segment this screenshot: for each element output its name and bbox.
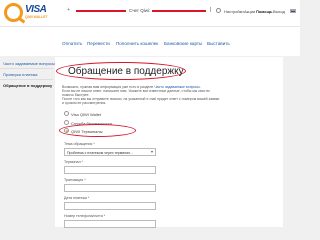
logo-brand-text: VISA xyxy=(25,4,47,15)
nav-item-invoice[interactable]: Выставить xyxy=(207,41,230,46)
radio-security-service[interactable] xyxy=(64,120,69,125)
logo-sub-text: QIWI WALLET xyxy=(25,15,48,19)
main-nav: Оплатить Перевести Пополнить кошелек Бан… xyxy=(0,26,300,56)
field-label-phone: Номер телефона/счета * xyxy=(64,214,106,218)
radio-qiwi-terminals[interactable] xyxy=(64,128,69,133)
field-label-subject: Тема обращения * xyxy=(64,142,95,146)
sidebar-divider xyxy=(0,68,53,69)
nav-item-bank-cards[interactable]: Банковские карты xyxy=(164,41,202,46)
toplink-actions[interactable]: Акции xyxy=(244,9,255,14)
field-label-transaction: Транзакция * xyxy=(64,178,86,182)
page-title: Обращение в поддержку xyxy=(68,66,184,77)
terminal-input[interactable] xyxy=(64,166,156,174)
sidebar-item-support[interactable]: Обращение в поддержку xyxy=(3,83,52,88)
field-label-payment-date: Дата платежа * xyxy=(64,196,90,200)
nav-item-topup[interactable]: Пополнить кошелек xyxy=(116,41,158,46)
search-icon[interactable] xyxy=(216,8,221,13)
sidebar: Часто задаваемые вопросы Проверка платеж… xyxy=(0,57,55,227)
nav-item-pay[interactable]: Оплатить xyxy=(62,41,82,46)
phone-input[interactable] xyxy=(64,220,156,228)
subject-select[interactable]: Проблема с платежом через терминал... xyxy=(64,148,156,156)
radio-visa-qiwi-wallet[interactable] xyxy=(64,111,69,116)
language-flag-icon[interactable] xyxy=(290,9,296,13)
redacted-balance xyxy=(152,10,206,12)
sidebar-divider xyxy=(0,79,53,80)
balance-label: Счет Qiwi: xyxy=(129,8,151,13)
nav-item-transfer[interactable]: Перевести xyxy=(87,41,110,46)
subject-select-value: Проблема с платежом через терминал... xyxy=(67,150,134,155)
toplink-settings[interactable]: Настройки xyxy=(224,9,244,14)
transaction-input[interactable] xyxy=(64,184,156,192)
sidebar-item-faq[interactable]: Часто задаваемые вопросы xyxy=(3,61,55,66)
support-form-panel: Обращение в поддержку Возможно, нужная в… xyxy=(55,57,283,228)
sidebar-item-payment-check[interactable]: Проверка платежа xyxy=(3,72,38,77)
redacted-phone-number xyxy=(76,10,126,12)
qiwi-visa-logo[interactable]: VISA QIWI WALLET xyxy=(4,3,52,23)
payment-date-input[interactable] xyxy=(64,202,156,210)
intro-line: и сроком ее рассмотрения. xyxy=(62,101,107,105)
toplink-help[interactable]: Помощь xyxy=(256,9,272,14)
chevron-down-icon xyxy=(151,151,153,153)
account-prefix: + xyxy=(67,7,70,13)
radio-label: Visa QIWI Wallet xyxy=(71,111,102,117)
qiwi-logo-icon xyxy=(4,3,23,22)
top-bar: VISA QIWI WALLET + Счет Qiwi: | Настройк… xyxy=(0,0,300,26)
toplink-exit[interactable]: Выход xyxy=(273,9,285,14)
radio-label: QIWI Терминалы xyxy=(71,128,103,134)
account-separator: | xyxy=(210,7,212,13)
field-label-terminal: Терминал * xyxy=(64,160,83,164)
